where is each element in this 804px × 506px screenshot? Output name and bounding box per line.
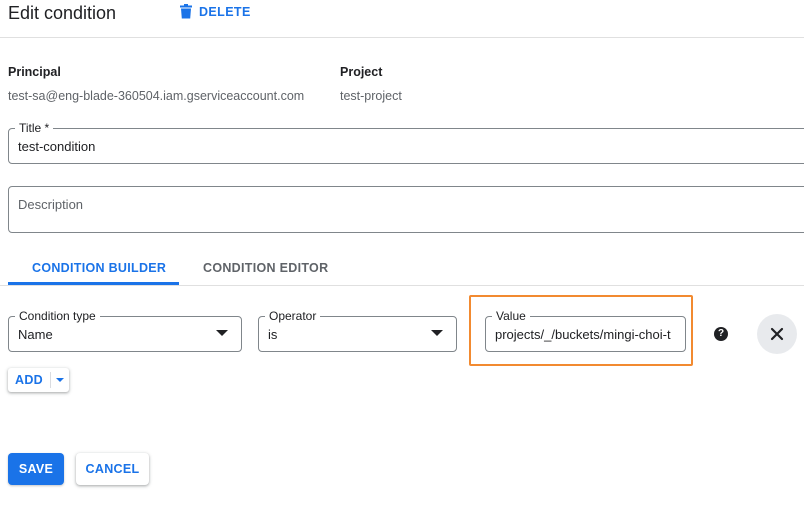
close-icon xyxy=(770,327,784,341)
principal-value: test-sa@eng-blade-360504.iam.gserviceacc… xyxy=(8,89,305,103)
chevron-down-icon xyxy=(431,330,443,336)
tab-condition-builder[interactable]: CONDITION BUILDER xyxy=(32,261,166,275)
value-label: Value xyxy=(492,309,530,323)
title-field[interactable]: Title * test-condition xyxy=(8,121,804,164)
tab-condition-editor[interactable]: CONDITION EDITOR xyxy=(203,261,328,275)
help-icon[interactable]: ? xyxy=(714,327,728,341)
value-field[interactable]: Value projects/_/buckets/mingi-choi-t xyxy=(485,309,686,352)
delete-label: DELETE xyxy=(199,4,251,19)
save-button[interactable]: SAVE xyxy=(8,453,64,485)
add-split-button: ADD xyxy=(8,368,69,392)
page-title: Edit condition xyxy=(8,3,117,23)
condition-type-value: Name xyxy=(18,327,53,342)
principal-label: Principal xyxy=(8,65,61,79)
operator-value: is xyxy=(268,327,278,342)
title-input[interactable]: test-condition xyxy=(18,139,95,154)
tab-divider xyxy=(0,285,804,286)
trash-icon xyxy=(180,4,192,19)
operator-select[interactable]: Operator is xyxy=(258,309,457,352)
value-input[interactable]: projects/_/buckets/mingi-choi-t xyxy=(495,327,683,342)
add-dropdown-button[interactable] xyxy=(51,368,69,392)
edit-condition-page: Edit condition DELETE Principal test-sa@… xyxy=(0,0,804,506)
condition-type-select[interactable]: Condition type Name xyxy=(8,309,242,352)
cancel-button[interactable]: CANCEL xyxy=(76,453,149,485)
header-divider xyxy=(0,37,804,38)
remove-condition-button[interactable] xyxy=(757,314,797,354)
description-placeholder: Description xyxy=(18,197,84,212)
description-field[interactable]: Description xyxy=(8,186,804,233)
project-label: Project xyxy=(340,65,383,79)
add-button[interactable]: ADD xyxy=(8,368,50,392)
project-value: test-project xyxy=(340,89,402,103)
title-field-label: Title * xyxy=(15,121,54,135)
operator-label: Operator xyxy=(265,309,321,323)
chevron-down-icon xyxy=(216,330,228,336)
caret-down-icon xyxy=(56,378,64,382)
condition-type-label: Condition type xyxy=(15,309,100,323)
delete-button[interactable]: DELETE xyxy=(179,4,251,19)
